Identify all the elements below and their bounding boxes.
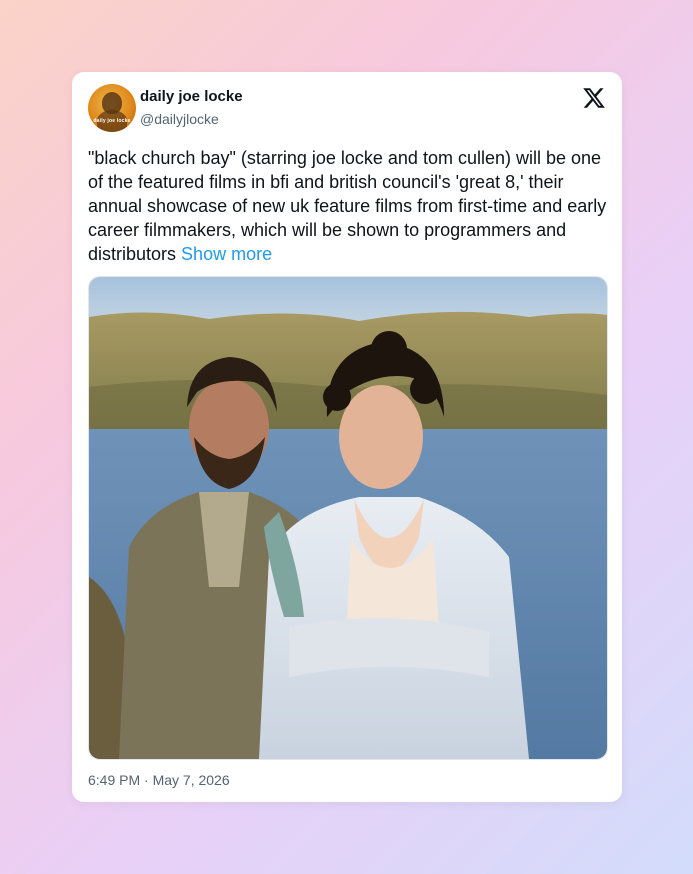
tweet-card: daily joe locke daily joe locke @dailyjl… xyxy=(72,72,622,802)
x-logo-icon[interactable] xyxy=(582,86,606,110)
user-handle[interactable]: @dailyjlocke xyxy=(140,111,219,127)
photo-scene xyxy=(89,277,607,759)
display-name[interactable]: daily joe locke xyxy=(140,88,243,105)
avatar-caption: daily joe locke xyxy=(93,118,131,124)
tweet-text: "black church bay" (starring joe locke a… xyxy=(88,146,610,266)
avatar[interactable]: daily joe locke xyxy=(88,84,136,132)
tweet-body: "black church bay" (starring joe locke a… xyxy=(88,148,607,264)
tweet-timestamp[interactable]: 6:49 PM · May 7, 2026 xyxy=(88,772,230,788)
tweet-media-photo[interactable] xyxy=(88,276,608,760)
show-more-link[interactable]: Show more xyxy=(181,244,272,264)
